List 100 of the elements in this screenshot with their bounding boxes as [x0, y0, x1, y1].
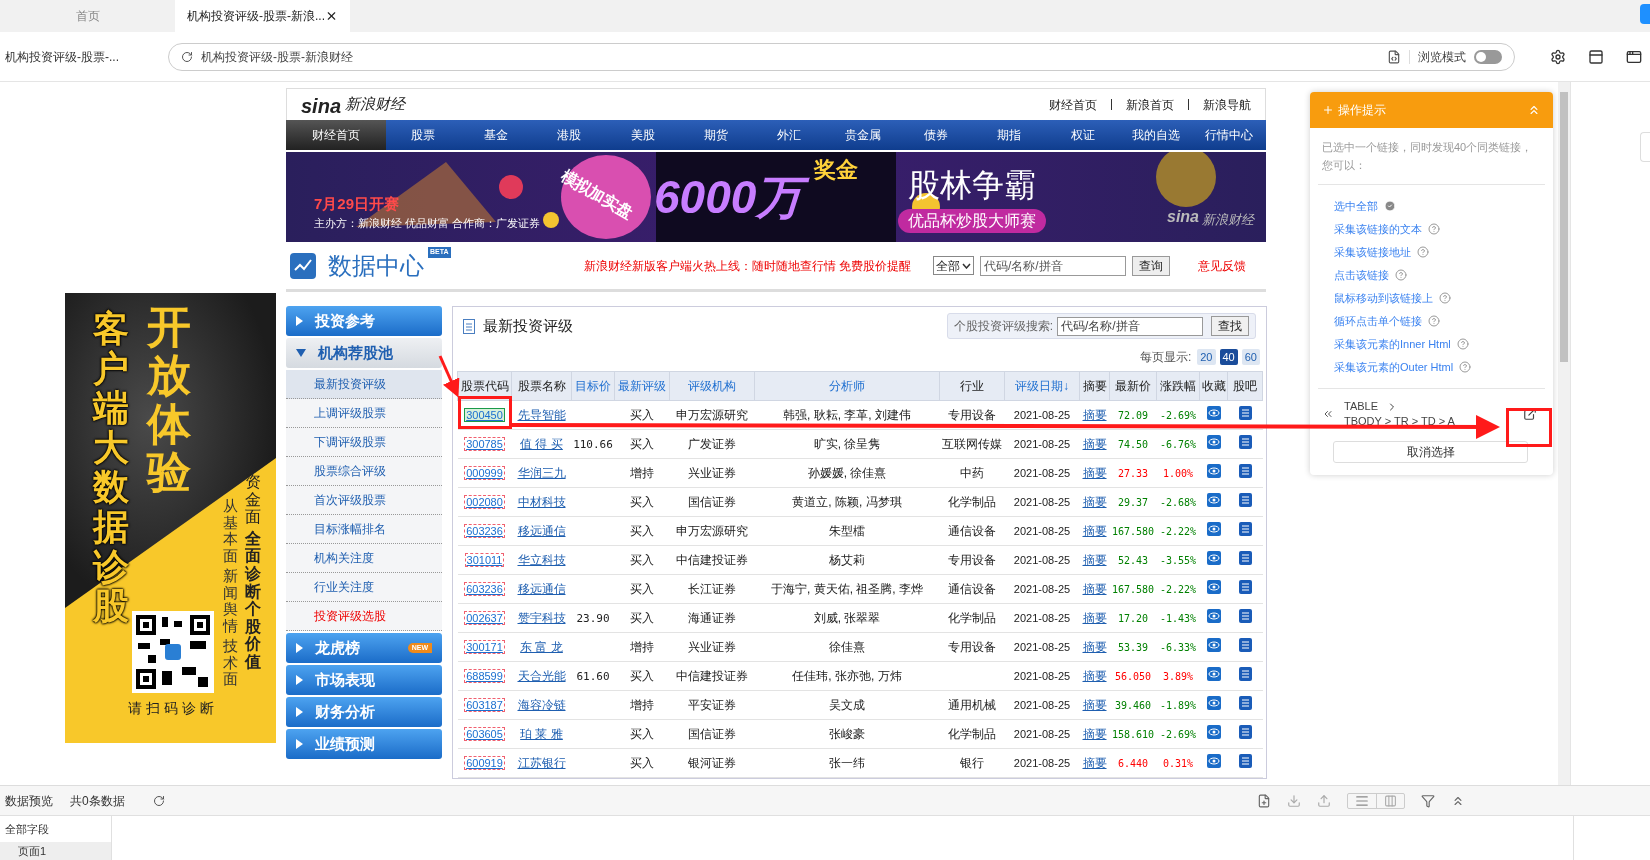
- top-link[interactable]: 财经首页: [1049, 95, 1097, 114]
- column-header[interactable]: 目标价: [571, 371, 615, 401]
- summary-link[interactable]: 摘要: [1082, 640, 1107, 654]
- eye-icon[interactable]: [1206, 695, 1221, 710]
- summary-link[interactable]: 摘要: [1082, 669, 1107, 683]
- sidebar-section[interactable]: 投资参考: [286, 306, 442, 336]
- summary-link[interactable]: 摘要: [1082, 408, 1107, 422]
- side-handle[interactable]: [1640, 132, 1650, 162]
- stock-name-link[interactable]: 东 富 龙: [520, 640, 563, 654]
- nav-item[interactable]: 基金: [459, 120, 533, 150]
- list-icon[interactable]: [1238, 753, 1252, 768]
- eye-icon[interactable]: [1206, 405, 1221, 420]
- stock-code-link[interactable]: 300450: [464, 408, 505, 422]
- action-link[interactable]: 点击该链接: [1334, 266, 1389, 284]
- eye-icon[interactable]: [1206, 666, 1221, 681]
- page-item[interactable]: 页面1: [0, 842, 111, 860]
- promo-link[interactable]: 新浪财经新版客户端火热上线：随时随地查行情 免费股价提醒: [583, 256, 911, 275]
- nav-item[interactable]: 外汇: [752, 120, 826, 150]
- list-icon[interactable]: [1238, 492, 1252, 507]
- sidebar-item[interactable]: 投资评级选股: [286, 602, 442, 631]
- browser-tab[interactable]: 机构投资评级-股票-新浪...: [175, 0, 350, 32]
- list-icon[interactable]: [1238, 405, 1252, 420]
- list-icon[interactable]: [1238, 666, 1252, 681]
- double-chevron-left-icon[interactable]: [1322, 408, 1334, 420]
- sidebar-item[interactable]: 股票综合评级: [286, 457, 442, 486]
- stock-name-link[interactable]: 华润三九: [517, 466, 566, 480]
- summary-link[interactable]: 摘要: [1082, 582, 1107, 596]
- column-header[interactable]: 最新评级: [614, 371, 670, 401]
- find-button[interactable]: 查找: [1211, 316, 1249, 336]
- stock-code-link[interactable]: 688599: [464, 669, 505, 683]
- summary-link[interactable]: 摘要: [1082, 553, 1107, 567]
- sidebar-section[interactable]: 业绩预测: [286, 729, 442, 759]
- settings-icon[interactable]: [1550, 48, 1566, 65]
- list-icon[interactable]: [1238, 550, 1252, 565]
- stock-name-link[interactable]: 华立科技: [517, 553, 566, 567]
- stock-code-link[interactable]: 600919: [464, 756, 505, 770]
- sidebar-section[interactable]: 财务分析: [286, 697, 442, 727]
- action-link[interactable]: 选中全部: [1334, 197, 1378, 215]
- list-icon[interactable]: [1238, 608, 1252, 623]
- filter-icon[interactable]: [1421, 793, 1435, 808]
- stock-code-link[interactable]: 603236: [464, 582, 505, 596]
- stock-name-link[interactable]: 值 得 买: [520, 437, 563, 451]
- stock-name-link[interactable]: 天合光能: [517, 669, 566, 683]
- summary-link[interactable]: 摘要: [1082, 611, 1107, 625]
- list-icon[interactable]: [1238, 579, 1252, 594]
- stock-name-link[interactable]: 江苏银行: [517, 756, 566, 770]
- list-icon[interactable]: [1238, 637, 1252, 652]
- sidebar-item[interactable]: 下调评级股票: [286, 428, 442, 457]
- stock-name-link[interactable]: 移远通信: [517, 524, 566, 538]
- refresh-icon[interactable]: [152, 794, 165, 807]
- action-link[interactable]: 采集该链接的文本: [1334, 220, 1422, 238]
- window-icon[interactable]: [1626, 48, 1642, 65]
- nav-item[interactable]: 权证: [1045, 120, 1120, 150]
- stock-code-link[interactable]: 300171: [464, 640, 505, 654]
- action-link[interactable]: 鼠标移动到该链接上: [1334, 289, 1433, 307]
- action-link[interactable]: 采集该元素的Inner Html: [1334, 335, 1451, 353]
- action-link[interactable]: 采集该元素的Outer Html: [1334, 358, 1454, 376]
- close-icon[interactable]: [325, 9, 338, 23]
- top-link[interactable]: 新浪首页: [1126, 95, 1174, 114]
- eye-icon[interactable]: [1206, 637, 1221, 652]
- nav-item[interactable]: 财经首页: [286, 120, 386, 150]
- nav-item[interactable]: 贵金属: [825, 120, 900, 150]
- reload-icon[interactable]: [181, 50, 193, 63]
- summary-link[interactable]: 摘要: [1082, 437, 1107, 451]
- column-header[interactable]: 评级日期↓: [1004, 371, 1080, 401]
- page-size-option[interactable]: 20: [1197, 348, 1216, 366]
- list-icon[interactable]: [1238, 434, 1252, 449]
- page-code-icon[interactable]: [1387, 49, 1401, 64]
- eye-icon[interactable]: [1206, 521, 1221, 536]
- summary-link[interactable]: 摘要: [1082, 495, 1107, 509]
- stock-code-link[interactable]: 301011: [464, 553, 505, 567]
- sidebar-item[interactable]: 上调评级股票: [286, 399, 442, 428]
- add-file-icon[interactable]: [1257, 793, 1271, 808]
- nav-item[interactable]: 港股: [532, 120, 606, 150]
- fields-label[interactable]: 全部字段: [0, 816, 111, 842]
- stock-code-link[interactable]: 300785: [464, 437, 505, 451]
- browse-mode-toggle[interactable]: [1474, 49, 1502, 64]
- stock-name-link[interactable]: 赞宇科技: [517, 611, 566, 625]
- page-size-option[interactable]: 60: [1241, 348, 1260, 366]
- list-icon[interactable]: [1238, 463, 1252, 478]
- eye-icon[interactable]: [1206, 463, 1221, 478]
- stock-name-link[interactable]: 珀 莱 雅: [520, 727, 563, 741]
- sidebar-section[interactable]: 市场表现: [286, 665, 442, 695]
- sidebar-item[interactable]: 行业关注度: [286, 573, 442, 602]
- sidebar-item[interactable]: 首次评级股票: [286, 486, 442, 515]
- page-size-option[interactable]: 40: [1219, 348, 1238, 366]
- sidebar-item[interactable]: 目标涨幅排名: [286, 515, 442, 544]
- eye-icon[interactable]: [1206, 550, 1221, 565]
- action-link[interactable]: 采集该链接地址: [1334, 243, 1411, 261]
- eye-icon[interactable]: [1206, 492, 1221, 507]
- feedback-link[interactable]: 意见反馈: [1198, 256, 1246, 275]
- stock-code-link[interactable]: 002080: [464, 495, 505, 509]
- nav-item[interactable]: 期货: [679, 120, 753, 150]
- nav-item[interactable]: 期指: [972, 120, 1046, 150]
- list-icon[interactable]: [1238, 521, 1252, 536]
- summary-link[interactable]: 摘要: [1082, 727, 1107, 741]
- stock-name-link[interactable]: 移远通信: [517, 582, 566, 596]
- sidebar-item[interactable]: 机构关注度: [286, 544, 442, 573]
- cancel-selection-button[interactable]: 取消选择: [1333, 441, 1528, 463]
- summary-link[interactable]: 摘要: [1082, 524, 1107, 538]
